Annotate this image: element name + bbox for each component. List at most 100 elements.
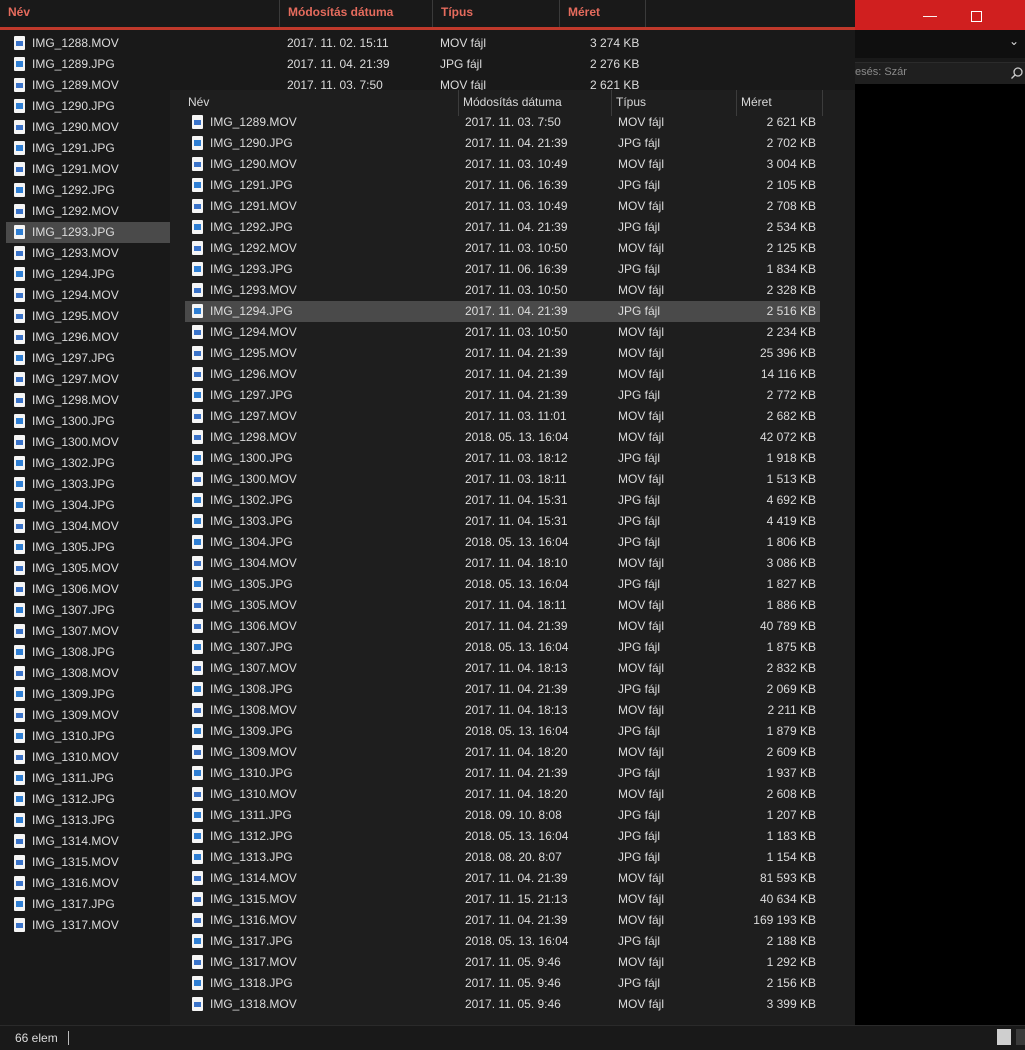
table-row[interactable]: IMG_1294.JPG 2017. 11. 04. 21:39 JPG fájl 2… xyxy=(185,301,820,322)
table-row[interactable]: IMG_1313.JPG 2018. 08. 20. 8:07 JPG fájl 1 … xyxy=(185,847,820,868)
back-list-item[interactable]: IMG_1291.JPG xyxy=(6,138,170,159)
table-row[interactable]: IMG_1295.MOV 2017. 11. 04. 21:39 MOV fájl 2… xyxy=(185,343,820,364)
file-name: IMG_1314.MOV xyxy=(210,871,297,885)
back-list-item[interactable]: IMG_1293.MOV xyxy=(6,243,170,264)
table-row[interactable]: IMG_1305.JPG 2018. 05. 13. 16:04 JPG fájl 1… xyxy=(185,574,820,595)
table-row[interactable]: IMG_1300.MOV 2017. 11. 03. 18:11 MOV fájl 1… xyxy=(185,469,820,490)
table-row[interactable]: IMG_1305.MOV 2017. 11. 04. 18:11 MOV fájl 1… xyxy=(185,595,820,616)
back-list-item[interactable]: IMG_1317.MOV xyxy=(6,915,170,936)
back-list-item[interactable]: IMG_1313.JPG xyxy=(6,810,170,831)
back-header-type[interactable]: Típus xyxy=(433,0,560,27)
table-row[interactable]: IMG_1294.MOV 2017. 11. 03. 10:50 MOV fájl 2… xyxy=(185,322,820,343)
table-row[interactable]: IMG_1310.JPG 2017. 11. 04. 21:39 JPG fájl 1… xyxy=(185,763,820,784)
table-row[interactable]: IMG_1303.JPG 2017. 11. 04. 15:31 JPG fájl 4… xyxy=(185,511,820,532)
back-list-item[interactable]: IMG_1315.MOV xyxy=(6,852,170,873)
table-row[interactable]: IMG_1290.MOV 2017. 11. 03. 10:49 MOV fájl 3… xyxy=(185,154,820,175)
table-row[interactable]: IMG_1308.MOV 2017. 11. 04. 18:13 MOV fájl 2… xyxy=(185,700,820,721)
table-row[interactable]: IMG_1304.JPG 2018. 05. 13. 16:04 JPG fájl 1… xyxy=(185,532,820,553)
back-header-size[interactable]: Méret xyxy=(560,0,646,27)
table-row[interactable]: IMG_1302.JPG 2017. 11. 04. 15:31 JPG fájl 4… xyxy=(185,490,820,511)
table-row[interactable]: IMG_1310.MOV 2017. 11. 04. 18:20 MOV fájl 2… xyxy=(185,784,820,805)
back-list-item[interactable]: IMG_1309.MOV xyxy=(6,705,170,726)
back-list-item[interactable]: IMG_1293.JPG xyxy=(6,222,170,243)
chevron-down-icon[interactable]: ⌄ xyxy=(1009,34,1019,48)
table-row[interactable]: IMG_1296.MOV 2017. 11. 04. 21:39 MOV fájl 1… xyxy=(185,364,820,385)
file-size: 2 105 KB xyxy=(766,178,816,192)
back-list-item[interactable]: IMG_1308.MOV xyxy=(6,663,170,684)
back-list-item[interactable]: IMG_1292.JPG xyxy=(6,180,170,201)
table-row[interactable]: IMG_1293.JPG 2017. 11. 06. 16:39 JPG fájl 1… xyxy=(185,259,820,280)
back-list-item[interactable]: IMG_1300.MOV xyxy=(6,432,170,453)
back-list-item[interactable]: IMG_1304.MOV xyxy=(6,516,170,537)
table-row[interactable]: IMG_1308.JPG 2017. 11. 04. 21:39 JPG fájl 2… xyxy=(185,679,820,700)
table-row[interactable]: IMG_1318.MOV 2017. 11. 05. 9:46 MOV fájl 3 … xyxy=(185,994,820,1015)
back-list-item[interactable]: IMG_1305.JPG xyxy=(6,537,170,558)
back-list-item[interactable]: IMG_1289.JPG xyxy=(6,54,170,75)
search-box[interactable]: esés: Szár xyxy=(855,62,1025,86)
table-row[interactable]: IMG_1300.JPG 2017. 11. 03. 18:12 JPG fájl 1… xyxy=(185,448,820,469)
back-list-item[interactable]: IMG_1311.JPG xyxy=(6,768,170,789)
table-row[interactable]: IMG_1298.MOV 2018. 05. 13. 16:04 MOV fájl 4… xyxy=(185,427,820,448)
table-row[interactable]: IMG_1309.JPG 2018. 05. 13. 16:04 JPG fájl 1… xyxy=(185,721,820,742)
back-list-item[interactable]: IMG_1297.JPG xyxy=(6,348,170,369)
back-list-item[interactable]: IMG_1310.MOV xyxy=(6,747,170,768)
back-list-item[interactable]: IMG_1290.JPG xyxy=(6,96,170,117)
back-list-item[interactable]: IMG_1288.MOV xyxy=(6,33,170,54)
minimize-button[interactable]: — xyxy=(907,0,953,30)
back-list-item[interactable]: IMG_1298.MOV xyxy=(6,390,170,411)
table-row[interactable]: IMG_1309.MOV 2017. 11. 04. 18:20 MOV fájl 2… xyxy=(185,742,820,763)
back-list-item[interactable]: IMG_1289.MOV xyxy=(6,75,170,96)
back-list-item[interactable]: IMG_1303.JPG xyxy=(6,474,170,495)
back-list-item[interactable]: IMG_1297.MOV xyxy=(6,369,170,390)
back-list-item[interactable]: IMG_1290.MOV xyxy=(6,117,170,138)
back-list-item[interactable]: IMG_1295.MOV xyxy=(6,306,170,327)
back-list-item[interactable]: IMG_1314.MOV xyxy=(6,831,170,852)
address-bar[interactable]: ⌄ xyxy=(855,30,1025,58)
back-list-item[interactable]: IMG_1307.JPG xyxy=(6,600,170,621)
back-list-item[interactable]: IMG_1308.JPG xyxy=(6,642,170,663)
back-list-item[interactable]: IMG_1317.JPG xyxy=(6,894,170,915)
table-row[interactable]: IMG_1315.MOV 2017. 11. 15. 21:13 MOV fájl 4… xyxy=(185,889,820,910)
back-list-item[interactable]: IMG_1292.MOV xyxy=(6,201,170,222)
table-row[interactable]: IMG_1291.MOV 2017. 11. 03. 10:49 MOV fájl 2… xyxy=(185,196,820,217)
back-list-item[interactable]: IMG_1307.MOV xyxy=(6,621,170,642)
table-row[interactable]: IMG_1318.JPG 2017. 11. 05. 9:46 JPG fájl 2 … xyxy=(185,973,820,994)
table-row[interactable]: IMG_1316.MOV 2017. 11. 04. 21:39 MOV fájl 1… xyxy=(185,910,820,931)
mov-file-icon xyxy=(14,36,25,50)
table-row[interactable]: IMG_1312.JPG 2018. 05. 13. 16:04 JPG fájl 1… xyxy=(185,826,820,847)
maximize-button[interactable] xyxy=(953,0,999,30)
table-row[interactable]: IMG_1289.MOV 2017. 11. 03. 7:50 MOV fájl 2 … xyxy=(185,112,820,133)
back-header-date[interactable]: Módosítás dátuma xyxy=(280,0,433,27)
table-row[interactable]: IMG_1314.MOV 2017. 11. 04. 21:39 MOV fájl 8… xyxy=(185,868,820,889)
table-row[interactable]: IMG_1290.JPG 2017. 11. 04. 21:39 JPG fájl 2… xyxy=(185,133,820,154)
back-list-item[interactable]: IMG_1302.JPG xyxy=(6,453,170,474)
back-list-item[interactable]: IMG_1291.MOV xyxy=(6,159,170,180)
table-row[interactable]: IMG_1317.JPG 2018. 05. 13. 16:04 JPG fájl 2… xyxy=(185,931,820,952)
details-view-button[interactable] xyxy=(997,1029,1011,1045)
table-row[interactable]: IMG_1291.JPG 2017. 11. 06. 16:39 JPG fájl 2… xyxy=(185,175,820,196)
back-list-item[interactable]: IMG_1306.MOV xyxy=(6,579,170,600)
tiles-view-button[interactable] xyxy=(1016,1029,1025,1045)
back-list-item[interactable]: IMG_1305.MOV xyxy=(6,558,170,579)
back-list-item[interactable]: IMG_1310.JPG xyxy=(6,726,170,747)
table-row[interactable]: IMG_1306.MOV 2017. 11. 04. 21:39 MOV fájl 4… xyxy=(185,616,820,637)
table-row[interactable]: IMG_1307.MOV 2017. 11. 04. 18:13 MOV fájl 2… xyxy=(185,658,820,679)
back-list-item[interactable]: IMG_1316.MOV xyxy=(6,873,170,894)
search-icon[interactable] xyxy=(1011,67,1023,79)
table-row[interactable]: IMG_1293.MOV 2017. 11. 03. 10:50 MOV fájl 2… xyxy=(185,280,820,301)
table-row[interactable]: IMG_1292.MOV 2017. 11. 03. 10:50 MOV fájl 2… xyxy=(185,238,820,259)
table-row[interactable]: IMG_1297.JPG 2017. 11. 04. 21:39 JPG fájl 2… xyxy=(185,385,820,406)
back-list-item[interactable]: IMG_1294.MOV xyxy=(6,285,170,306)
back-list-item[interactable]: IMG_1300.JPG xyxy=(6,411,170,432)
back-list-item[interactable]: IMG_1312.JPG xyxy=(6,789,170,810)
back-list-item[interactable]: IMG_1294.JPG xyxy=(6,264,170,285)
table-row[interactable]: IMG_1311.JPG 2018. 09. 10. 8:08 JPG fájl 1 … xyxy=(185,805,820,826)
table-row[interactable]: IMG_1297.MOV 2017. 11. 03. 11:01 MOV fájl 2… xyxy=(185,406,820,427)
back-list-item[interactable]: IMG_1304.JPG xyxy=(6,495,170,516)
table-row[interactable]: IMG_1304.MOV 2017. 11. 04. 18:10 MOV fájl 3… xyxy=(185,553,820,574)
table-row[interactable]: IMG_1292.JPG 2017. 11. 04. 21:39 JPG fájl 2… xyxy=(185,217,820,238)
table-row[interactable]: IMG_1307.JPG 2018. 05. 13. 16:04 JPG fájl 1… xyxy=(185,637,820,658)
back-list-item[interactable]: IMG_1309.JPG xyxy=(6,684,170,705)
table-row[interactable]: IMG_1317.MOV 2017. 11. 05. 9:46 MOV fájl 1 … xyxy=(185,952,820,973)
back-list-item[interactable]: IMG_1296.MOV xyxy=(6,327,170,348)
